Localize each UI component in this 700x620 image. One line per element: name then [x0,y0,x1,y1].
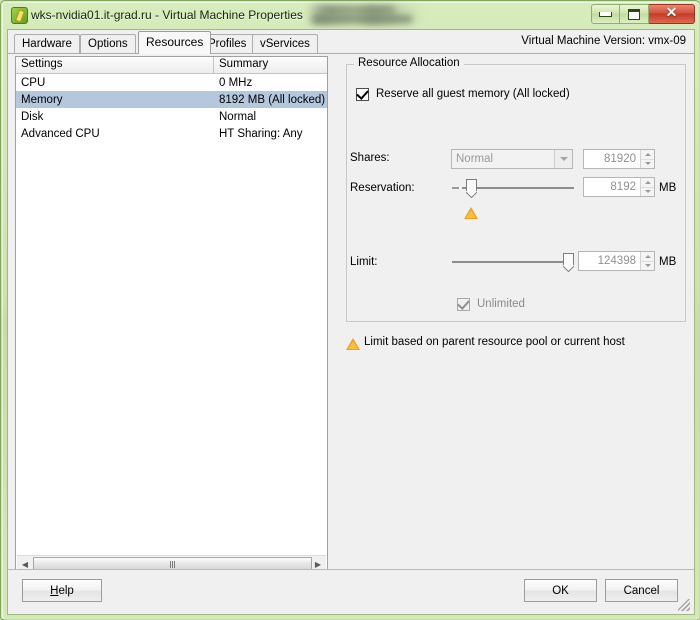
help-button-label: Help [50,584,74,597]
checkmark-icon [356,87,369,100]
row-setting: Memory [21,93,63,106]
column-header-settings[interactable]: Settings [16,57,214,73]
spinner-up-icon[interactable] [641,178,654,188]
chevron-down-icon[interactable] [554,150,572,168]
limit-spinner-buttons[interactable] [640,252,654,270]
table-row[interactable]: Disk Normal [16,108,327,125]
tab-baseline [8,53,694,54]
tab-vservices[interactable]: vServices [252,34,318,53]
row-summary: HT Sharing: Any [219,127,303,140]
reservation-slider[interactable] [452,177,574,199]
tab-resources[interactable]: Resources [138,31,212,54]
resource-allocation-title: Resource Allocation [354,57,464,69]
row-setting: CPU [21,76,46,89]
dialog-client-area: Hardware Options Resources Profiles vSer… [7,29,695,615]
cancel-button[interactable]: Cancel [605,579,678,602]
maximize-button[interactable] [620,4,649,24]
resize-grip-icon[interactable] [678,599,690,611]
tab-strip: Hardware Options Resources Profiles vSer… [8,30,694,54]
dialog-footer: Help OK Cancel [8,569,694,614]
row-setting: Disk [21,110,44,123]
limit-slider[interactable] [452,251,574,273]
spinner-up-icon[interactable] [641,252,654,262]
close-button[interactable]: ✕ [649,4,695,24]
vm-version-label: Virtual Machine Version: vmx-09 [521,35,686,47]
warning-triangle-icon [346,338,360,350]
cancel-button-label: Cancel [623,584,660,597]
row-summary: 0 MHz [219,76,253,89]
reservation-unit-label: MB [659,182,677,194]
shares-label: Shares: [350,152,390,164]
reservation-spinner-buttons[interactable] [640,178,654,196]
spinner-down-icon[interactable] [641,187,654,196]
redacted-title-region [306,4,426,26]
close-icon: ✕ [665,6,678,21]
unlimited-checkbox[interactable] [457,297,470,311]
help-button[interactable]: Help [22,579,102,602]
shares-selected-value: Normal [456,153,494,165]
ok-button-label: OK [552,584,569,597]
reservation-slider-thumb[interactable] [466,179,477,198]
settings-list-header: Settings Summary [16,57,327,74]
row-setting: Advanced CPU [21,127,100,140]
limit-unit-label: MB [659,256,677,268]
unlimited-label: Unlimited [477,298,525,310]
limit-warning-row: Limit based on parent resource pool or c… [346,336,686,352]
window-controls: ✕ [591,4,695,25]
shares-spinner-buttons[interactable] [640,150,654,168]
limit-slider-track[interactable] [452,261,570,263]
reservation-label: Reservation: [350,182,415,194]
checkmark-icon [457,297,470,310]
reserve-all-guest-memory-checkbox[interactable] [356,87,369,101]
limit-value: 124398 [597,255,636,267]
settings-list-panel[interactable]: Settings Summary CPU 0 MHz Memory 8192 M… [15,56,328,574]
row-summary: Normal [219,110,257,123]
limit-spinner[interactable]: 124398 [578,251,655,271]
table-row[interactable]: CPU 0 MHz [16,74,327,91]
warning-triangle-icon [464,207,478,219]
vm-properties-icon [11,7,28,24]
minimize-button[interactable] [591,4,620,24]
column-header-summary[interactable]: Summary [214,57,327,73]
limit-slider-thumb[interactable] [563,253,574,272]
shares-dropdown[interactable]: Normal [451,149,573,169]
tab-options[interactable]: Options [80,34,136,53]
reserve-all-guest-memory-label: Reserve all guest memory (All locked) [376,88,570,100]
shares-amount-value: 81920 [604,153,636,165]
row-summary: 8192 MB (All locked) [219,93,326,106]
limit-label: Limit: [350,256,378,268]
window-title: wks-nvidia01.it-grad.ru - Virtual Machin… [31,8,303,22]
ok-button[interactable]: OK [524,579,597,602]
shares-amount-spinner[interactable]: 81920 [583,149,655,169]
reservation-spinner[interactable]: 8192 [583,177,655,197]
reservation-slider-min-tick [452,187,459,189]
tab-hardware[interactable]: Hardware [14,34,80,53]
maximize-icon [628,8,640,20]
spinner-down-icon[interactable] [641,159,654,168]
settings-list-rows: CPU 0 MHz Memory 8192 MB (All locked) Di… [16,74,327,142]
reservation-value: 8192 [610,181,636,193]
table-row[interactable]: Memory 8192 MB (All locked) [16,91,327,108]
limit-warning-text: Limit based on parent resource pool or c… [364,336,625,348]
minimize-icon [599,11,612,17]
spinner-up-icon[interactable] [641,150,654,160]
title-bar[interactable]: wks-nvidia01.it-grad.ru - Virtual Machin… [1,1,700,29]
scrollbar-grip-icon [170,560,175,568]
reservation-slider-track[interactable] [462,187,574,189]
vm-properties-window: wks-nvidia01.it-grad.ru - Virtual Machin… [0,0,700,620]
spinner-down-icon[interactable] [641,261,654,270]
table-row[interactable]: Advanced CPU HT Sharing: Any [16,125,327,142]
